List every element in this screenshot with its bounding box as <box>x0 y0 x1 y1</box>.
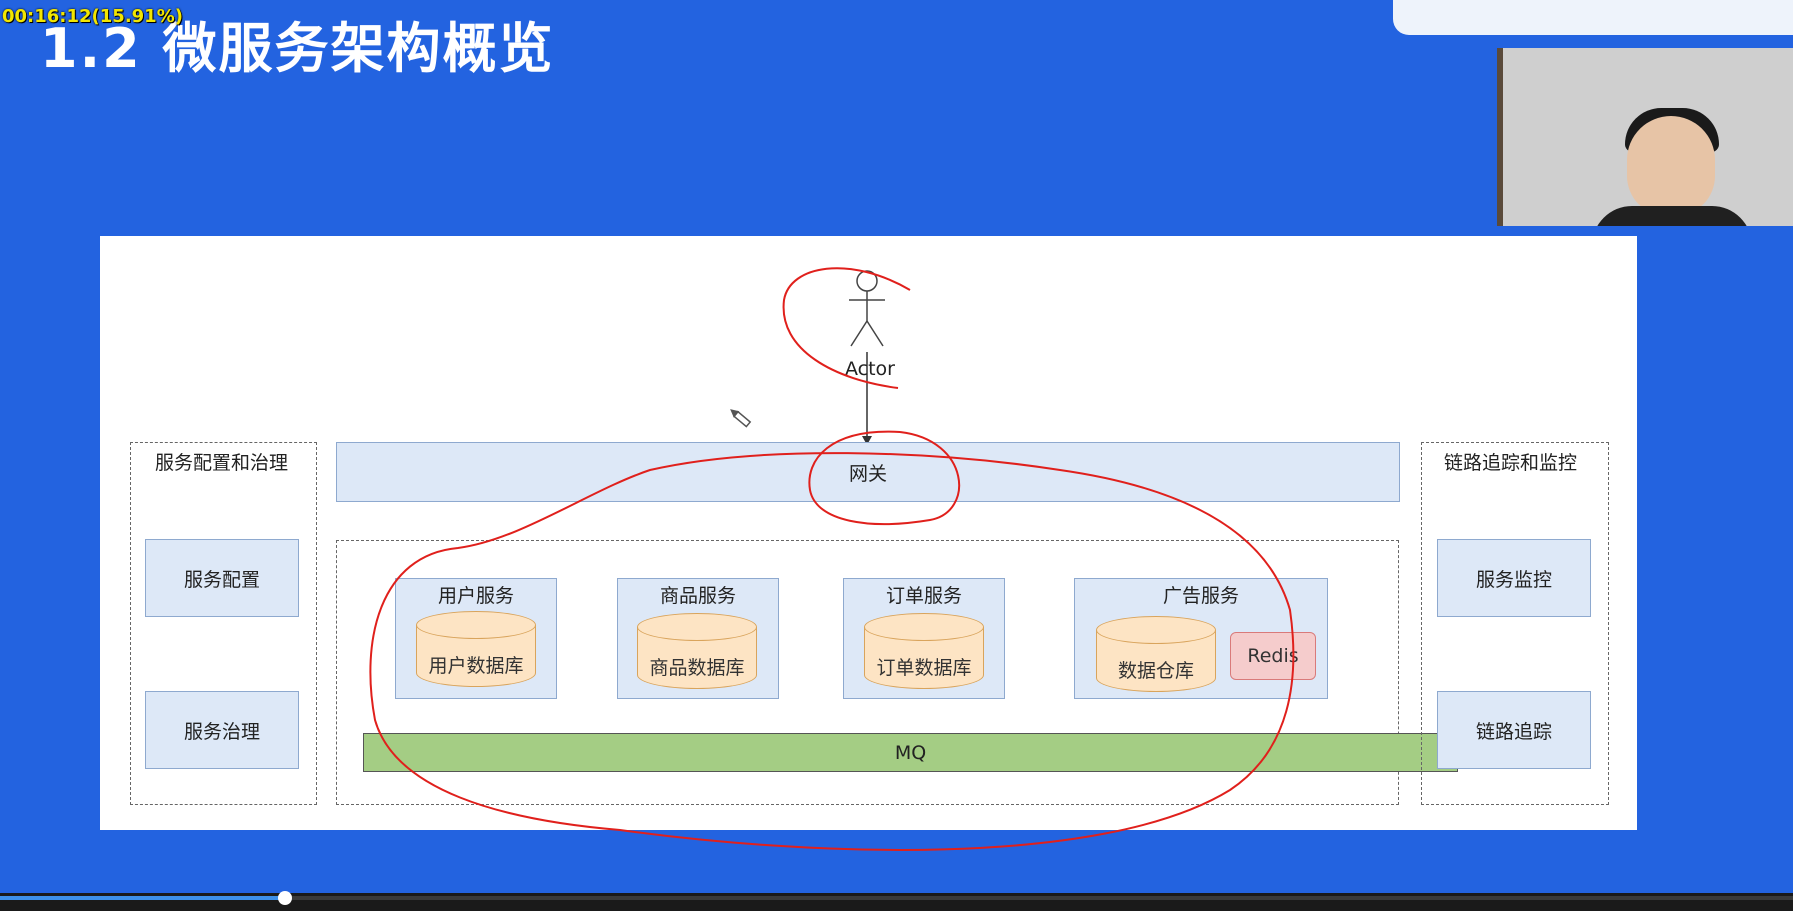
trace-box: 链路追踪 <box>1437 691 1591 769</box>
service-governance-box: 服务治理 <box>145 691 299 769</box>
redis-cache: Redis <box>1230 632 1316 680</box>
gateway-box: 网关 <box>336 442 1400 502</box>
db-warehouse: 数据仓库 <box>1096 616 1216 700</box>
service-user-title: 用户服务 <box>437 585 514 607</box>
brand-bar <box>1393 0 1793 35</box>
db-product-label: 商品数据库 <box>649 657 745 679</box>
actor-label: Actor <box>845 358 895 380</box>
service-order-title: 订单服务 <box>885 585 962 607</box>
presenter-webcam <box>1497 48 1793 226</box>
right-group-title: 链路追踪和监控 <box>1444 452 1578 474</box>
service-config-box: 服务配置 <box>145 539 299 617</box>
service-monitor-box: 服务监控 <box>1437 539 1591 617</box>
architecture-diagram: Actor 服务配置和治理 服务配置 服务治理 网关 用户服务 用户数据库 商品… <box>100 236 1637 830</box>
db-user-label: 用户数据库 <box>428 655 524 677</box>
presenter-body <box>1592 206 1752 226</box>
progress-fill <box>0 896 285 900</box>
actor-icon <box>849 270 885 347</box>
db-user: 用户数据库 <box>416 611 536 695</box>
progress-knob[interactable] <box>278 891 292 905</box>
mq-bus: MQ <box>363 733 1458 772</box>
service-product-title: 商品服务 <box>659 585 736 607</box>
left-group-title: 服务配置和治理 <box>155 452 289 474</box>
video-progress-bar[interactable] <box>0 891 1793 911</box>
video-timecode: 00:16:12(15.91%) <box>2 6 183 27</box>
db-warehouse-label: 数据仓库 <box>1117 660 1194 682</box>
presenter-face <box>1627 116 1715 216</box>
service-ads-title: 广告服务 <box>1162 585 1239 607</box>
db-order: 订单数据库 <box>864 613 984 697</box>
db-order-label: 订单数据库 <box>876 657 972 679</box>
db-product: 商品数据库 <box>637 613 757 697</box>
